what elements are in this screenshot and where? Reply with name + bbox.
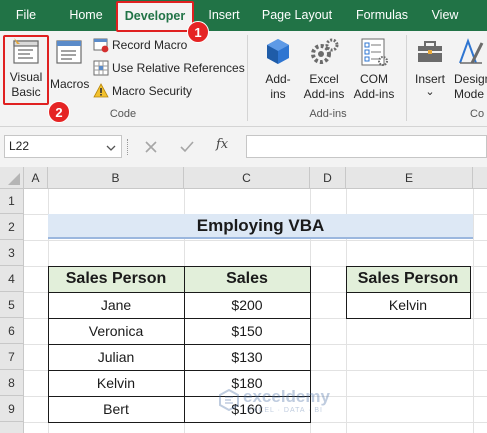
relative-references-icon — [93, 60, 109, 76]
visual-basic-icon — [13, 38, 39, 64]
use-relative-references-button[interactable]: Use Relative References — [93, 59, 245, 77]
add-ins-label-line2: ins — [270, 87, 286, 101]
design-mode-icon — [459, 38, 484, 64]
toolbox-icon — [418, 41, 442, 62]
add-ins-icon — [267, 39, 289, 64]
chevron-down-icon — [106, 145, 116, 151]
use-relative-references-label: Use Relative References — [112, 61, 245, 75]
code-group-label: Code — [109, 108, 137, 120]
output-cell-value[interactable]: Kelvin — [346, 292, 470, 318]
select-all-icon — [8, 173, 20, 185]
table-cell-sales[interactable]: $150 — [184, 318, 310, 344]
insert-function-button[interactable]: fx — [216, 137, 228, 152]
watermark: exceldemy EXCEL · DATA · BI — [218, 385, 338, 425]
table-cell-sales[interactable]: $200 — [184, 292, 310, 318]
visual-basic-label-line2: Basic — [11, 85, 41, 99]
design-mode-label-line1: Design — [454, 72, 487, 86]
record-macro-icon — [93, 38, 109, 53]
watermark-brand: exceldemy — [243, 387, 330, 406]
design-mode-label-line2: Mode — [454, 87, 485, 101]
name-box[interactable]: L22 — [4, 135, 122, 158]
formula-bar-grip[interactable] — [127, 139, 130, 155]
ribbon-separator — [247, 35, 248, 121]
macro-security-label: Macro Security — [112, 84, 193, 98]
column-header-b[interactable]: B — [48, 167, 184, 189]
table-cell-name[interactable]: Bert — [48, 396, 184, 422]
column-header-d[interactable]: D — [310, 167, 346, 189]
row-header-10[interactable] — [0, 422, 24, 433]
visual-basic-button[interactable]: Visual Basic — [4, 35, 48, 105]
add-ins-button[interactable]: Add- ins — [258, 35, 298, 105]
sheet-title-cell[interactable]: Employing VBA — [48, 214, 473, 239]
gear-icon — [311, 38, 339, 64]
watermark-tagline: EXCEL · DATA · BI — [247, 407, 323, 414]
output-header-sales-person[interactable]: Sales Person — [346, 266, 470, 292]
controls-group-label: Co — [470, 108, 485, 120]
gridline — [24, 240, 487, 241]
tab-page-layout[interactable]: Page Layout — [258, 0, 336, 31]
excel-add-ins-label-line2: Add-ins — [303, 87, 345, 101]
column-header-c[interactable]: C — [184, 167, 310, 189]
enter-check-icon[interactable] — [180, 140, 194, 154]
table-header-sales-person[interactable]: Sales Person — [48, 266, 184, 292]
record-macro-label: Record Macro — [112, 38, 188, 52]
table-cell-name[interactable]: Veronica — [48, 318, 184, 344]
row-header-5[interactable]: 5 — [0, 292, 24, 318]
excel-add-ins-label-line1: Excel — [309, 72, 339, 86]
row-header-2[interactable]: 2 — [0, 214, 24, 240]
ribbon: Visual Basic Macros Record Macro Use Rel… — [0, 31, 487, 127]
gridline — [473, 189, 474, 433]
com-add-ins-icon — [361, 38, 388, 66]
tab-home[interactable]: Home — [60, 0, 112, 31]
record-macro-button[interactable]: Record Macro — [93, 36, 238, 54]
table-header-sales[interactable]: Sales — [184, 266, 310, 292]
table-cell-name[interactable]: Kelvin — [48, 370, 184, 396]
formula-input[interactable] — [246, 135, 487, 158]
com-add-ins-button[interactable]: COM Add-ins — [350, 35, 398, 105]
table-cell-name[interactable]: Jane — [48, 292, 184, 318]
warning-icon — [93, 83, 109, 98]
row-header-9[interactable]: 9 — [0, 396, 24, 422]
worksheet-grid: A B C D E 1 2 3 4 5 6 7 8 9 Employing VB… — [0, 167, 487, 433]
exceldemy-logo-icon — [219, 389, 239, 411]
excel-add-ins-button[interactable]: Excel Add-ins — [300, 35, 348, 105]
select-all-corner[interactable] — [0, 167, 24, 189]
tab-insert[interactable]: Insert — [206, 0, 242, 31]
column-header-f[interactable] — [473, 167, 487, 189]
cancel-icon[interactable] — [144, 140, 158, 154]
step-badge-2: 2 — [48, 101, 70, 123]
macros-icon — [56, 40, 82, 64]
com-add-ins-label-line2: Add-ins — [353, 87, 395, 101]
table-cell-name[interactable]: Julian — [48, 344, 184, 370]
macro-security-button[interactable]: Macro Security — [93, 82, 238, 100]
macros-label: Macros — [50, 77, 90, 91]
row-header-6[interactable]: 6 — [0, 318, 24, 344]
formula-bar: L22 fx — [0, 127, 487, 167]
tab-developer[interactable]: Developer — [118, 3, 192, 31]
tab-file[interactable]: File — [8, 0, 44, 31]
insert-controls-button[interactable]: Insert ⌄ — [411, 35, 449, 105]
chevron-down-icon: ⌄ — [425, 86, 435, 98]
table-cell-sales[interactable]: $130 — [184, 344, 310, 370]
row-header-1[interactable]: 1 — [0, 189, 24, 214]
tab-formulas[interactable]: Formulas — [351, 0, 413, 31]
column-header-e[interactable]: E — [346, 167, 473, 189]
tab-view[interactable]: View — [427, 0, 463, 31]
design-mode-button[interactable]: Design Mode — [452, 35, 487, 105]
add-ins-label-line1: Add- — [265, 72, 291, 86]
row-header-7[interactable]: 7 — [0, 344, 24, 370]
row-header-8[interactable]: 8 — [0, 370, 24, 396]
com-add-ins-label-line1: COM — [360, 72, 388, 86]
name-box-dropdown[interactable] — [106, 140, 118, 152]
formula-buttons: fx — [132, 135, 237, 158]
row-header-4[interactable]: 4 — [0, 266, 24, 292]
row-header-3[interactable]: 3 — [0, 240, 24, 266]
macros-button[interactable]: Macros — [50, 35, 90, 105]
column-header-a[interactable]: A — [24, 167, 48, 189]
ribbon-tab-bar: File Home Developer Insert Page Layout F… — [0, 0, 487, 31]
add-ins-group-label: Add-ins — [309, 108, 347, 120]
visual-basic-label-line1: Visual — [9, 70, 43, 84]
step-badge-1: 1 — [187, 21, 209, 43]
ribbon-separator — [406, 35, 407, 121]
